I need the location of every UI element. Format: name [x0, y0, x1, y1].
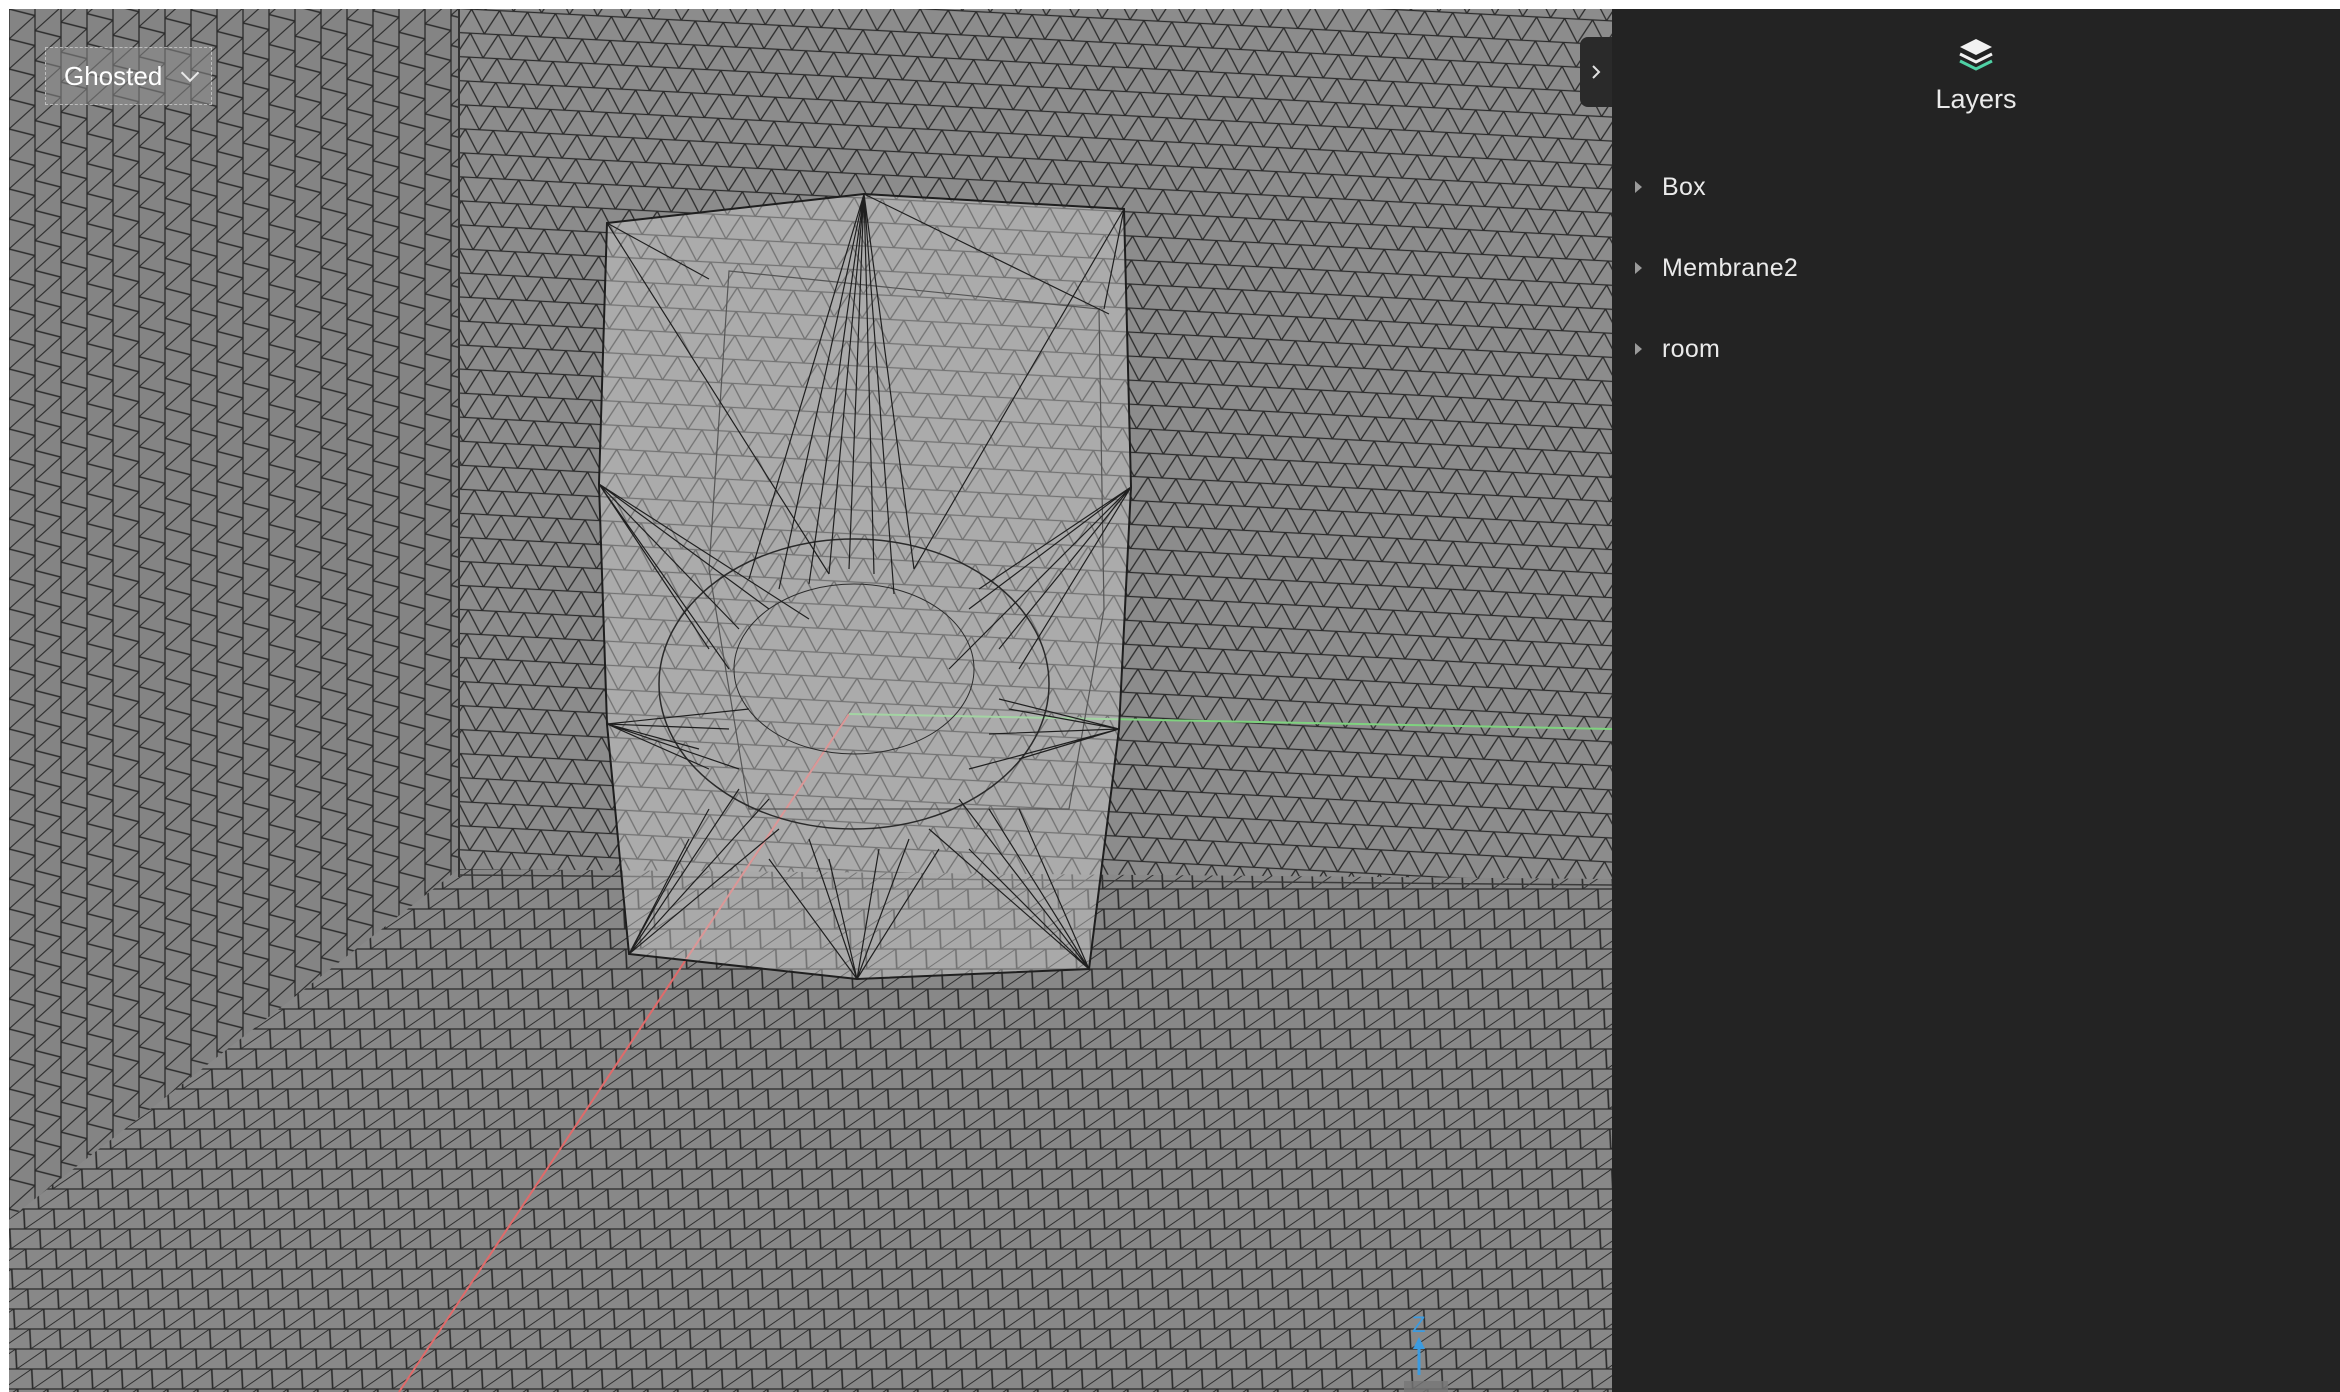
- chevron-right-icon: [1592, 65, 1601, 79]
- axis-gizmo[interactable]: Z: [1384, 1309, 1464, 1392]
- layers-panel-header: Layers: [1612, 35, 2340, 115]
- app-window: Ghosted Z Layers Box Membrane2 room: [9, 9, 2340, 1392]
- ghosted-box-mesh: [597, 192, 1133, 981]
- expand-caret-icon[interactable]: [1635, 343, 1642, 355]
- z-axis-arrowhead: [1413, 1337, 1425, 1349]
- axis-gizmo-base: [1404, 1381, 1448, 1392]
- layer-item-box[interactable]: Box: [1612, 160, 2340, 214]
- layer-label: Membrane2: [1662, 253, 1799, 282]
- layer-label: Box: [1662, 172, 1706, 201]
- layer-item-membrane2[interactable]: Membrane2: [1612, 241, 2340, 295]
- layers-panel: Layers Box Membrane2 room: [1612, 9, 2340, 1392]
- expand-caret-icon[interactable]: [1635, 262, 1642, 274]
- panel-collapse-toggle[interactable]: [1580, 37, 1612, 107]
- layers-icon: [1959, 39, 1993, 71]
- panel-title: Layers: [1935, 84, 2017, 114]
- display-mode-value: Ghosted: [64, 60, 163, 91]
- 3d-viewport[interactable]: Ghosted Z: [9, 9, 1612, 1392]
- layer-item-room[interactable]: room: [1612, 322, 2340, 376]
- chevron-down-icon: [181, 63, 200, 82]
- z-axis-label: Z: [1412, 1312, 1425, 1337]
- layer-label: room: [1662, 334, 1721, 363]
- mesh-scene[interactable]: [9, 9, 1612, 1392]
- expand-caret-icon[interactable]: [1635, 181, 1642, 193]
- display-mode-dropdown[interactable]: Ghosted: [45, 47, 213, 105]
